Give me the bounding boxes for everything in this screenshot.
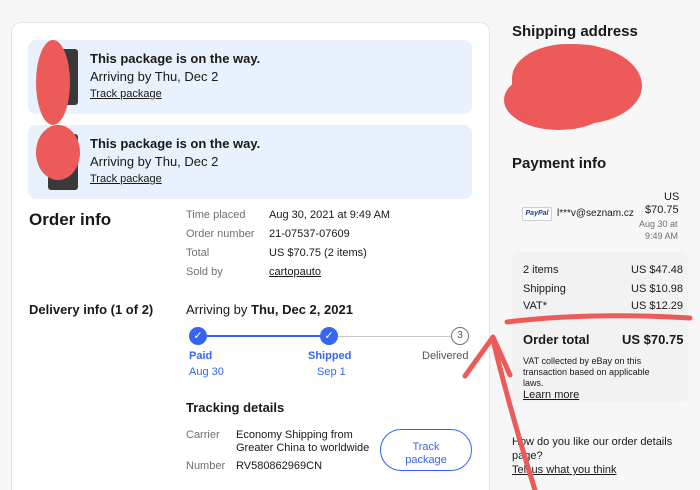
red-arrow-annotation — [462, 313, 693, 490]
